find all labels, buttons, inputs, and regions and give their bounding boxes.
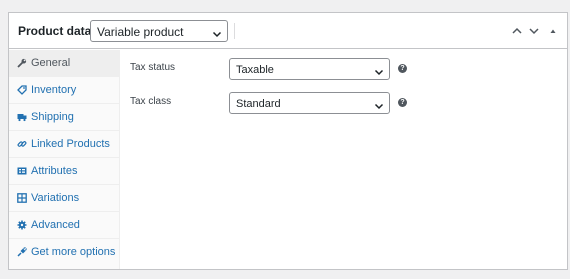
tab-label: Attributes [31, 165, 78, 177]
plugin-icon [17, 247, 27, 257]
tax-class-select[interactable]: Standard [229, 92, 390, 114]
product-data-tabs: General Inventory Shipping Linked Produc… [9, 50, 120, 269]
tab-general[interactable]: General [9, 50, 120, 77]
tab-inventory[interactable]: Inventory [9, 77, 120, 104]
truck-icon [17, 112, 27, 122]
link-icon [17, 139, 27, 149]
tab-advanced[interactable]: Advanced [9, 212, 120, 239]
tax-class-label: Tax class [130, 96, 172, 107]
collapse-panel-button[interactable] [547, 25, 559, 37]
tax-status-select[interactable]: Taxable [229, 58, 390, 80]
chevron-down-icon [529, 28, 539, 35]
tab-label: Shipping [31, 111, 74, 123]
help-icon[interactable]: ? [398, 64, 407, 73]
tab-label: Get more options [31, 246, 116, 258]
tab-label: Advanced [31, 219, 80, 231]
tag-icon [17, 85, 27, 95]
header-divider [234, 23, 235, 39]
move-up-button[interactable] [511, 25, 523, 37]
gear-icon [17, 220, 27, 230]
chevron-down-icon [374, 64, 384, 76]
tax-status-label: Tax status [130, 62, 176, 73]
help-icon[interactable]: ? [398, 98, 407, 107]
tab-label: Variations [31, 192, 80, 204]
grid-icon [17, 193, 27, 203]
tax-class-value: Standard [236, 98, 281, 110]
tab-label: Linked Products [31, 138, 110, 150]
wrench-icon [17, 58, 27, 68]
product-type-value: Variable product [97, 25, 184, 39]
tab-linked-products[interactable]: Linked Products [9, 131, 120, 158]
panel-header: Product data — Variable product [9, 13, 567, 49]
tab-variations[interactable]: Variations [9, 185, 120, 212]
product-data-panel: Product data — Variable product General [8, 12, 568, 270]
tab-label: General [31, 57, 71, 69]
triangle-up-icon [550, 29, 556, 33]
tab-attributes[interactable]: Attributes [9, 158, 120, 185]
tab-get-more-options[interactable]: Get more options [9, 239, 120, 266]
chevron-down-icon [212, 26, 222, 38]
list-icon [17, 166, 27, 176]
chevron-down-icon [374, 98, 384, 110]
tax-status-value: Taxable [236, 64, 274, 76]
tab-shipping[interactable]: Shipping [9, 104, 120, 131]
move-down-button[interactable] [528, 25, 540, 37]
product-type-select[interactable]: Variable product [90, 20, 228, 42]
tab-label: Inventory [31, 84, 77, 96]
chevron-up-icon [512, 27, 522, 34]
